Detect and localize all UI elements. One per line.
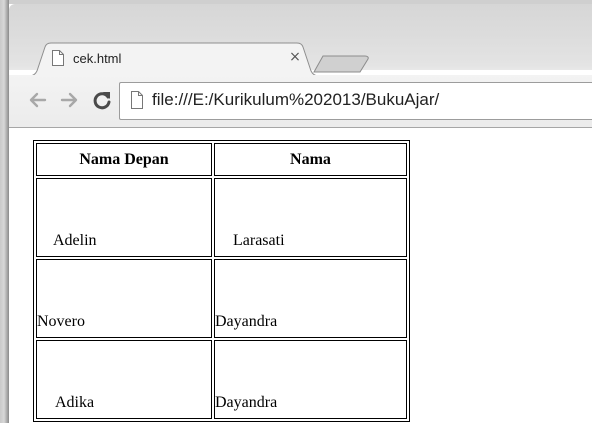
table-cell: Novero (36, 259, 212, 338)
table-row: Novero Dayandra (36, 259, 407, 338)
new-tab-button[interactable] (313, 55, 371, 73)
table-cell: Dayandra (214, 340, 407, 419)
table-row: Adika Dayandra (36, 340, 407, 419)
address-text: file:///E:/Kurikulum%202013/BukuAjar/ (152, 90, 440, 109)
tab-title: cek.html (73, 51, 122, 66)
page-content: Nama Depan Nama Adelin Larasati Novero D… (9, 128, 592, 423)
reload-icon[interactable] (91, 89, 113, 111)
back-arrow-icon[interactable] (27, 89, 49, 111)
table-cell: Adelin (36, 178, 212, 257)
window-edge (0, 0, 9, 423)
address-bar[interactable]: file:///E:/Kurikulum%202013/BukuAjar/ (119, 82, 592, 120)
page-icon (51, 50, 65, 66)
browser-window: cek.html × file:///E:/Kurikulum%202013/B… (0, 0, 592, 423)
name: Larasati (233, 232, 285, 249)
name-table: Nama Depan Nama Adelin Larasati Novero D… (33, 140, 410, 422)
first-name: Adika (55, 394, 95, 411)
first-name: Novero (37, 313, 85, 330)
table-header-row: Nama Depan Nama (36, 143, 407, 176)
column-header-nama-depan: Nama Depan (36, 143, 212, 176)
tab-cek-html[interactable]: cek.html × (29, 42, 319, 76)
toolbar: file:///E:/Kurikulum%202013/BukuAjar/ (9, 75, 592, 128)
first-name: Adelin (53, 232, 97, 249)
column-header-nama: Nama (214, 143, 407, 176)
table-cell: Dayandra (214, 259, 407, 338)
forward-arrow-icon[interactable] (58, 89, 80, 111)
table-cell: Adika (36, 340, 212, 419)
table-row: Adelin Larasati (36, 178, 407, 257)
name: Dayandra (215, 313, 278, 330)
table-cell: Larasati (214, 178, 407, 257)
tab-close-button[interactable]: × (287, 48, 303, 66)
name: Dayandra (215, 394, 278, 411)
page-icon (130, 91, 144, 109)
